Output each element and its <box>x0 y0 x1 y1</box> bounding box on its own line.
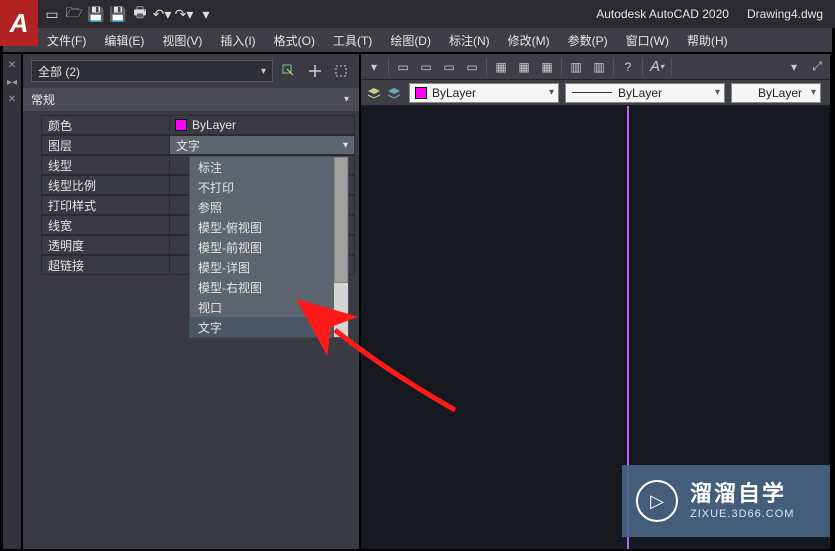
dd-item-selected[interactable]: 文字 <box>190 317 334 337</box>
prop-color-value[interactable]: ByLayer <box>169 115 355 135</box>
prop-color-label: 颜色 <box>41 115 169 135</box>
quick-access-toolbar: ▭ 🗁 💾 💾 🖶 ↶▾ ↷▾ ▾ <box>44 0 214 28</box>
app-logo[interactable]: A <box>0 0 38 46</box>
tool-icon[interactable]: ▭ <box>394 58 412 76</box>
prop-hyperlink-label: 超链接 <box>41 255 169 275</box>
prop-plotstyle-label: 打印样式 <box>41 195 169 215</box>
tool-icon[interactable]: ▭ <box>440 58 458 76</box>
scrollbar-thumb[interactable] <box>334 157 348 283</box>
redo-icon[interactable]: ↷▾ <box>176 6 192 22</box>
tool-icon[interactable]: ▭ <box>463 58 481 76</box>
doc-name: Drawing4.dwg <box>747 7 823 21</box>
tool-icon[interactable]: ▦ <box>538 58 556 76</box>
palette-gutter: ✕ ▸◂ ✕ <box>3 54 21 549</box>
color-swatch-icon <box>176 120 186 130</box>
saveas-icon[interactable]: 💾 <box>110 6 126 22</box>
dd-item[interactable]: 模型-详图 <box>190 257 334 277</box>
select-objects-icon[interactable] <box>331 61 351 81</box>
menu-bar: 文件(F) 编辑(E) 视图(V) 插入(I) 格式(O) 工具(T) 绘图(D… <box>3 28 832 52</box>
prop-color[interactable]: 颜色 ByLayer <box>41 115 355 135</box>
dd-item[interactable]: 不打印 <box>190 177 334 197</box>
menu-format[interactable]: 格式(O) <box>274 32 315 49</box>
quick-select-icon[interactable] <box>279 61 299 81</box>
linetype-combo[interactable]: ByLayer <box>565 83 725 103</box>
prop-lineweight-label: 线宽 <box>41 215 169 235</box>
menu-help[interactable]: 帮助(H) <box>687 32 728 49</box>
line-preview-icon <box>572 92 612 93</box>
watermark-logo-icon: ▷ <box>636 480 678 522</box>
layer-toolbar: ByLayer ByLayer ByLayer <box>361 80 830 106</box>
section-label: 常规 <box>31 91 55 108</box>
help-icon[interactable]: ? <box>619 58 637 76</box>
dropdown-scrollbar[interactable] <box>334 157 348 337</box>
watermark-url: ZIXUE.3D66.COM <box>690 508 794 521</box>
print-icon[interactable]: 🖶 <box>132 6 148 22</box>
layer-dropdown-list: 标注 不打印 参照 模型-俯视图 模型-前视图 模型-详图 模型-右视图 视口 … <box>189 156 349 338</box>
menu-window[interactable]: 窗口(W) <box>626 32 669 49</box>
prop-transparency-label: 透明度 <box>41 235 169 255</box>
selection-combo-text: 全部 (2) <box>38 63 80 80</box>
layer-icon[interactable] <box>385 84 403 102</box>
qat-more-icon[interactable]: ▾ <box>198 6 214 22</box>
palette-close-icon[interactable]: ✕ <box>8 60 16 71</box>
drawing-canvas[interactable]: ▷ 溜溜自学 ZIXUE.3D66.COM <box>361 106 830 549</box>
pickadd-icon[interactable] <box>305 61 325 81</box>
dd-item[interactable]: 参照 <box>190 197 334 217</box>
section-general[interactable]: 常规 <box>23 88 359 111</box>
tool-icon[interactable]: ▥ <box>567 58 585 76</box>
new-icon[interactable]: ▭ <box>44 6 60 22</box>
save-icon[interactable]: 💾 <box>88 6 104 22</box>
tool-icon[interactable]: ▾ <box>365 58 383 76</box>
menu-view[interactable]: 视图(V) <box>162 32 202 49</box>
menu-draw[interactable]: 绘图(D) <box>390 32 431 49</box>
dd-item[interactable]: 模型-前视图 <box>190 237 334 257</box>
menu-params[interactable]: 参数(P) <box>568 32 608 49</box>
watermark: ▷ 溜溜自学 ZIXUE.3D66.COM <box>622 465 830 537</box>
app-name: Autodesk AutoCAD 2020 <box>596 7 729 21</box>
menu-dimension[interactable]: 标注(N) <box>449 32 490 49</box>
dd-item[interactable]: 模型-俯视图 <box>190 217 334 237</box>
flyout-icon[interactable]: ⤢ <box>808 58 826 76</box>
properties-panel: 全部 (2) 常规 颜色 ByLayer 图 <box>23 54 359 549</box>
canvas-toolbar: ▾ ▭ ▭ ▭ ▭ ▦ ▦ ▦ ▥ ▥ ? A▾ ▾ ⤢ <box>361 54 830 80</box>
prop-linetype-label: 线型 <box>41 155 169 175</box>
lineweight-combo[interactable]: ByLayer <box>731 83 821 103</box>
layer-icon[interactable] <box>365 84 383 102</box>
watermark-title: 溜溜自学 <box>690 481 794 507</box>
menu-tools[interactable]: 工具(T) <box>333 32 372 49</box>
palette-menu-icon[interactable]: ✕ <box>8 94 16 105</box>
tool-icon[interactable]: ▦ <box>492 58 510 76</box>
prop-layer[interactable]: 图层 文字 <box>41 135 355 155</box>
undo-icon[interactable]: ↶▾ <box>154 6 170 22</box>
prop-ltscale-label: 线型比例 <box>41 175 169 195</box>
menu-modify[interactable]: 修改(M) <box>508 32 550 49</box>
dd-item[interactable]: 视口 <box>190 297 334 317</box>
color-swatch-icon <box>416 88 426 98</box>
prop-layer-label: 图层 <box>41 135 169 155</box>
color-combo[interactable]: ByLayer <box>409 83 559 103</box>
drawing-canvas-container: ▾ ▭ ▭ ▭ ▭ ▦ ▦ ▦ ▥ ▥ ? A▾ ▾ ⤢ <box>361 54 830 549</box>
menu-insert[interactable]: 插入(I) <box>220 32 255 49</box>
dd-item[interactable]: 模型-右视图 <box>190 277 334 297</box>
tool-icon[interactable]: ▥ <box>590 58 608 76</box>
open-icon[interactable]: 🗁 <box>66 6 82 22</box>
menu-edit[interactable]: 编辑(E) <box>104 32 144 49</box>
dd-item[interactable]: 标注 <box>190 157 334 177</box>
tool-icon[interactable]: ▦ <box>515 58 533 76</box>
tool-icon[interactable]: ▾ <box>785 58 803 76</box>
prop-layer-value[interactable]: 文字 <box>169 135 355 155</box>
selection-combo[interactable]: 全部 (2) <box>31 60 273 82</box>
palette-pin-icon[interactable]: ▸◂ <box>7 77 17 88</box>
textstyle-icon[interactable]: A▾ <box>648 58 666 76</box>
title-text: Autodesk AutoCAD 2020 Drawing4.dwg <box>596 7 823 21</box>
menu-file[interactable]: 文件(F) <box>47 32 86 49</box>
tool-icon[interactable]: ▭ <box>417 58 435 76</box>
